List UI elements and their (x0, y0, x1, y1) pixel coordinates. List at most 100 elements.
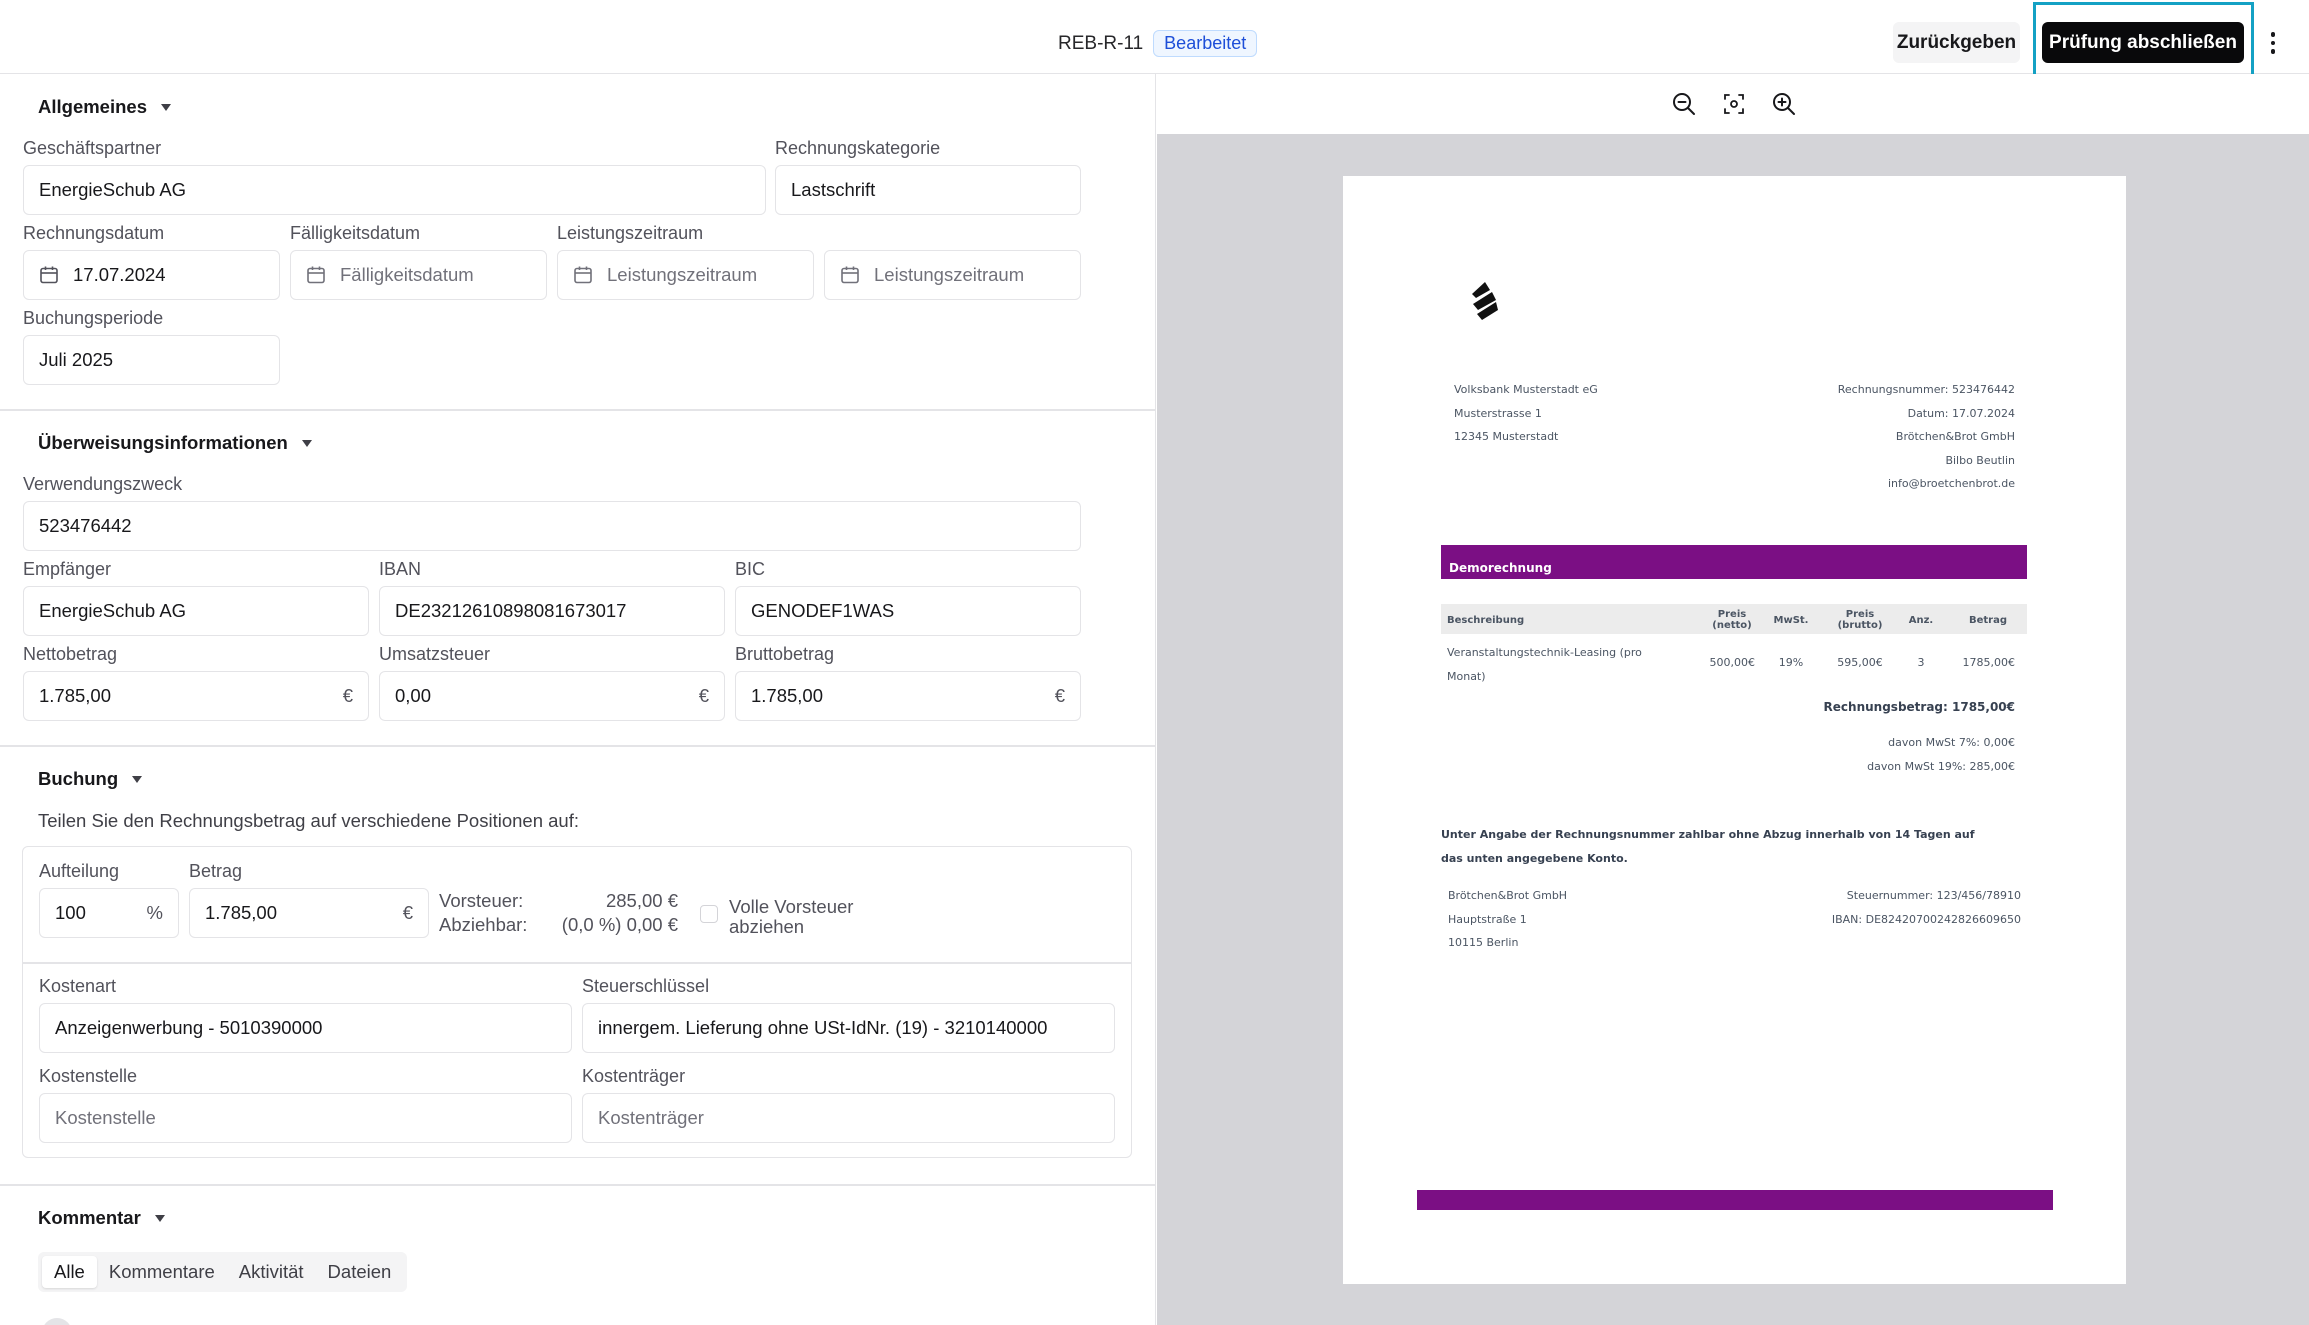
zoom-out-icon[interactable] (1669, 89, 1699, 119)
vat-amount-field[interactable]: 0,00 € (379, 671, 725, 721)
chevron-down-icon (154, 1214, 165, 1222)
complete-review-button[interactable]: Prüfung abschließen (2042, 22, 2244, 63)
viewer-toolbar (1157, 74, 2309, 134)
net-amount-field[interactable]: 1.785,00 € (23, 671, 369, 721)
partner-field[interactable]: EnergieSchub AG (23, 165, 766, 215)
chevron-down-icon (132, 775, 143, 783)
invoice-date-label: Rechnungsdatum (23, 223, 165, 243)
recipient-label: Empfänger (23, 559, 112, 579)
tab-all[interactable]: Alle (42, 1256, 97, 1288)
invoice-footer-bar (1417, 1190, 2053, 1210)
section-transfer[interactable]: Überweisungsinformationen (38, 432, 312, 454)
purpose-value: 523476442 (39, 515, 132, 536)
section-comments[interactable]: Kommentar (38, 1207, 165, 1229)
calendar-icon (841, 266, 859, 284)
purpose-label: Verwendungszweck (23, 474, 183, 494)
tax-key-label: Steuerschlüssel (582, 976, 710, 996)
amount-label: Betrag (189, 861, 243, 881)
split-amount-field[interactable]: 1.785,00 € (189, 888, 429, 938)
net-label: Nettobetrag (23, 644, 118, 664)
section-booking[interactable]: Buchung (38, 768, 143, 790)
invoice-date-value: 17.07.2024 (73, 264, 166, 285)
avatar (42, 1318, 72, 1325)
booking-period-label: Buchungsperiode (23, 308, 164, 328)
document-header: REB-R-11 Bearbeitet (1058, 30, 1258, 57)
col-vat: MwSt. (1773, 615, 1809, 626)
service-period-label: Leistungszeitraum (557, 223, 704, 243)
chevron-down-icon (301, 439, 312, 447)
fit-screen-icon[interactable] (1719, 89, 1749, 119)
payment-note: Unter Angabe der Rechnungsnummer zahlbar… (1441, 828, 1975, 865)
calendar-icon (574, 266, 592, 284)
full-tax-checkbox[interactable] (700, 905, 718, 923)
tab-files[interactable]: Dateien (316, 1256, 404, 1288)
calendar-icon (40, 266, 58, 284)
row-description: Veranstaltungstechnik-Leasing (pro Monat… (1447, 646, 1642, 683)
bic-value: GENODEF1WAS (751, 600, 895, 621)
net-value: 1.785,00 (39, 685, 112, 706)
col-gross-price: Preis (brutto) (1837, 609, 1883, 631)
section-title: Allgemeines (38, 96, 147, 117)
zoom-in-icon[interactable] (1769, 89, 1799, 119)
col-amount: Betrag (1968, 615, 2008, 626)
invoice-date-field[interactable]: 17.07.2024 (23, 250, 280, 300)
row-vat: 19% (1778, 656, 1804, 669)
split-percent-field[interactable]: 100 % (39, 888, 179, 938)
cost-unit-placeholder: Kostenträger (598, 1107, 704, 1128)
row-amount: 1785,00€ (1962, 656, 2016, 669)
bic-field[interactable]: GENODEF1WAS (735, 586, 1081, 636)
currency-suffix: € (698, 685, 709, 706)
footer-bank: Steuernummer: 123/456/78910 IBAN: DE8242… (1831, 889, 2021, 926)
iban-value: DE23212610898081673017 (395, 600, 627, 621)
vat-7-line: davon MwSt 7%: 0,00€ (1888, 736, 2015, 749)
vat-19-line: davon MwSt 19%: 285,00€ (1867, 760, 2015, 773)
invoice-page: Volksbank Musterstadt eG Musterstrasse 1… (1343, 176, 2126, 1284)
row-net-price: 500,00€ (1709, 656, 1756, 669)
tab-comments[interactable]: Kommentare (97, 1256, 227, 1288)
vat-label: Umsatzsteuer (379, 644, 491, 664)
section-allgemeines[interactable]: Allgemeines (38, 96, 171, 118)
booking-period-select[interactable]: Juli 2025 (23, 335, 280, 385)
invoice-total: Rechnungsbetrag: 1785,00€ (1823, 700, 2015, 714)
input-tax-label: Vorsteuer: (439, 890, 524, 911)
booking-hint: Teilen Sie den Rechnungsbetrag auf versc… (38, 810, 579, 831)
due-date-field[interactable]: Fälligkeitsdatum (290, 250, 547, 300)
category-value: Lastschrift (791, 179, 876, 200)
col-qty: Anz. (1908, 615, 1934, 626)
cost-type-select[interactable]: Anzeigenwerbung - 5010390000 (39, 1003, 572, 1053)
cost-type-value: Anzeigenwerbung - 5010390000 (55, 1017, 323, 1038)
row-qty: 3 (1917, 656, 1925, 669)
recipient-value: EnergieSchub AG (39, 600, 187, 621)
gross-amount-field[interactable]: 1.785,00 € (735, 671, 1081, 721)
partner-value: EnergieSchub AG (39, 179, 187, 200)
return-button[interactable]: Zurückgeben (1893, 22, 2020, 63)
booking-period-value: Juli 2025 (39, 349, 114, 370)
cost-unit-select[interactable]: Kostenträger (582, 1093, 1115, 1143)
iban-field[interactable]: DE23212610898081673017 (379, 586, 725, 636)
section-divider (0, 409, 1155, 411)
section-title: Überweisungsinformationen (38, 432, 288, 453)
invoice-meta: Rechnungsnummer: 523476442 Datum: 17.07.… (1837, 383, 2015, 490)
col-net-price: Preis (netto) (1712, 609, 1752, 631)
top-bar: REB-R-11 Bearbeitet Zurückgeben Prüfung … (0, 0, 2309, 87)
bic-label: BIC (735, 559, 766, 579)
partner-label: Geschäftspartner (23, 138, 162, 158)
comment-tabs: Alle Kommentare Aktivität Dateien (38, 1252, 408, 1292)
split-value: 100 (55, 902, 86, 923)
purpose-field[interactable]: 523476442 (23, 501, 1081, 551)
currency-suffix: € (342, 685, 353, 706)
section-title: Buchung (38, 768, 119, 789)
tax-key-select[interactable]: innergem. Lieferung ohne USt-IdNr. (19) … (582, 1003, 1115, 1053)
service-end-field[interactable]: Leistungszeitraum (824, 250, 1081, 300)
tab-activity[interactable]: Aktivität (227, 1256, 316, 1288)
input-tax-value: 285,00 € (605, 890, 678, 911)
section-title: Kommentar (38, 1207, 141, 1228)
more-vertical-icon[interactable] (2265, 26, 2281, 60)
recipient-field[interactable]: EnergieSchub AG (23, 586, 369, 636)
cost-center-select[interactable]: Kostenstelle (39, 1093, 572, 1143)
iban-label: IBAN (379, 559, 422, 579)
status-badge: Bearbeitet (1153, 30, 1258, 57)
category-select[interactable]: Lastschrift (775, 165, 1081, 215)
service-start-field[interactable]: Leistungszeitraum (557, 250, 814, 300)
due-date-label: Fälligkeitsdatum (290, 223, 421, 243)
